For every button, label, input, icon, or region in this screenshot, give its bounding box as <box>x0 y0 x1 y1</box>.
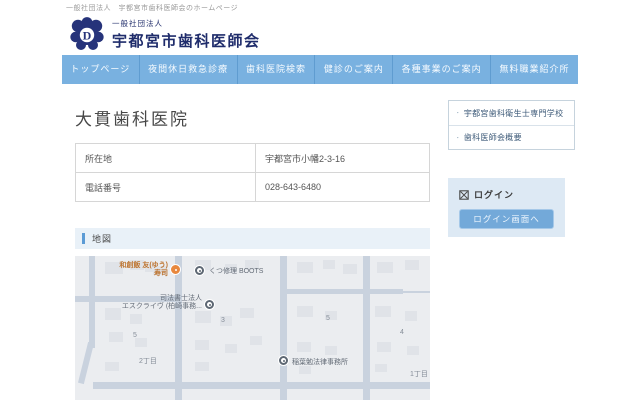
table-row-address: 所在地 宇都宮市小幡2-3-16 <box>76 144 429 173</box>
dental-association-emblem-icon: D <box>70 17 104 50</box>
org-name-label: 宇都宮市歯科医師会 <box>112 32 261 50</box>
section-accent-bar <box>82 233 85 244</box>
map-building <box>250 336 262 345</box>
map-building <box>105 362 119 371</box>
map-building <box>297 342 311 352</box>
main-navigation: トップページ 夜間休日救急診療 歯科医院検索 健診のご案内 各種事業のご案内 無… <box>62 55 578 84</box>
map-road <box>93 382 430 389</box>
map-building <box>375 364 387 372</box>
block-number-5a: 5 <box>326 315 330 322</box>
map-building <box>325 346 337 355</box>
map-road <box>89 256 95 348</box>
table-row-phone: 電話番号 028-643-6480 <box>76 173 429 202</box>
bullet-icon: ･ <box>456 134 460 142</box>
map-building <box>105 308 121 320</box>
nav-item-job-agency[interactable]: 無料職業紹介所 <box>490 55 578 84</box>
map-road <box>280 256 287 400</box>
nav-item-programs-info[interactable]: 各種事業のご案内 <box>392 55 490 84</box>
map-building <box>195 340 209 350</box>
page: 一般社団法人 宇都宮市歯科医師会のホームページ D 一般社団法人 宇都宮市歯科医… <box>0 0 640 400</box>
block-number-5b: 5 <box>133 332 137 339</box>
bullet-icon: ･ <box>456 110 460 117</box>
site-logo[interactable]: D 一般社団法人 宇都宮市歯科医師会 <box>68 15 428 53</box>
phone-value: 028-643-6480 <box>265 182 322 192</box>
sidebar-links: ･ 宇都宮歯科衛生士専門学校 ･ 歯科医師会概要 <box>448 100 575 150</box>
clinic-title: 大貫歯科医院 <box>75 110 189 129</box>
sidebar-link-label: 歯科医師会概要 <box>463 133 522 142</box>
map-road <box>401 291 430 293</box>
org-text-block: 一般社団法人 宇都宮市歯科医師会 <box>112 18 261 51</box>
login-panel: ログイン ログイン画面へ <box>448 178 565 237</box>
sidebar-link-label: 宇都宮歯科衛生士専門学校 <box>463 108 564 118</box>
map-building <box>240 308 254 318</box>
sidebar-link-association-overview[interactable]: ･ 歯科医師会概要 <box>449 125 574 149</box>
login-title: ログイン <box>474 190 515 200</box>
map-building <box>297 306 313 317</box>
map-road <box>285 289 403 294</box>
law-office-1-poi-marker-icon[interactable] <box>205 300 214 309</box>
block-number-4: 4 <box>400 329 404 336</box>
map-road <box>175 256 182 400</box>
site-tagline: 一般社団法人 宇都宮市歯科医師会のホームページ <box>66 5 239 12</box>
district-label-2chome: 2丁目 <box>139 358 157 365</box>
svg-text:D: D <box>83 29 92 43</box>
map-building <box>299 366 311 374</box>
map-building <box>377 342 391 352</box>
map-road <box>78 341 94 385</box>
map-section-header: 地図 <box>75 228 430 249</box>
restaurant-poi-marker-icon[interactable] <box>171 265 180 274</box>
clinic-info-table: 所在地 宇都宮市小幡2-3-16 電話番号 028-643-6480 <box>75 143 430 202</box>
law-office-1-label-line2: エスクライヴ (柏崎事務... <box>121 303 202 310</box>
sidebar-link-hygienist-school[interactable]: ･ 宇都宮歯科衛生士専門学校 <box>449 101 574 125</box>
law-office-2-label: 稲葉勉法律事務所 <box>292 359 348 366</box>
map-building <box>109 332 123 342</box>
map-road <box>363 256 370 400</box>
map-building <box>225 344 237 353</box>
map-canvas[interactable]: 和創飯 友(ゆう) 寿司 くつ修理 BOOTS 司法書士法人 エスクライヴ (柏… <box>75 256 430 400</box>
address-label: 所在地 <box>76 144 256 172</box>
map-building <box>323 260 335 269</box>
map-building <box>405 260 419 270</box>
map-building <box>375 306 391 317</box>
org-type-label: 一般社団法人 <box>112 18 163 28</box>
shoe-repair-label: くつ修理 BOOTS <box>209 268 264 275</box>
block-number-3: 3 <box>221 317 225 324</box>
nav-item-top-page[interactable]: トップページ <box>62 55 139 84</box>
login-title-row: ログイン <box>459 188 554 201</box>
nav-item-checkup-info[interactable]: 健診のご案内 <box>314 55 392 84</box>
login-button[interactable]: ログイン画面へ <box>459 209 554 229</box>
map-building <box>130 314 142 324</box>
phone-label: 電話番号 <box>76 173 256 201</box>
map-building <box>343 264 357 274</box>
map-building <box>297 262 313 273</box>
nav-item-clinic-search[interactable]: 歯科医院検索 <box>236 55 315 84</box>
login-icon <box>459 189 469 200</box>
shoe-repair-poi-marker-icon[interactable] <box>195 266 204 275</box>
map-building <box>377 262 393 273</box>
district-label-1chome: 1丁目 <box>410 371 428 378</box>
restaurant-sub-label: 寿司 <box>154 270 168 277</box>
law-office-2-poi-marker-icon[interactable] <box>279 356 288 365</box>
map-building <box>195 362 209 371</box>
map-building <box>407 346 419 355</box>
map-building <box>195 311 211 323</box>
address-value: 宇都宮市小幡2-3-16 <box>265 153 346 164</box>
map-building <box>135 338 147 347</box>
map-section-title: 地図 <box>92 234 113 244</box>
nav-item-emergency-care[interactable]: 夜間休日救急診療 <box>138 55 237 84</box>
map-building <box>405 311 417 321</box>
